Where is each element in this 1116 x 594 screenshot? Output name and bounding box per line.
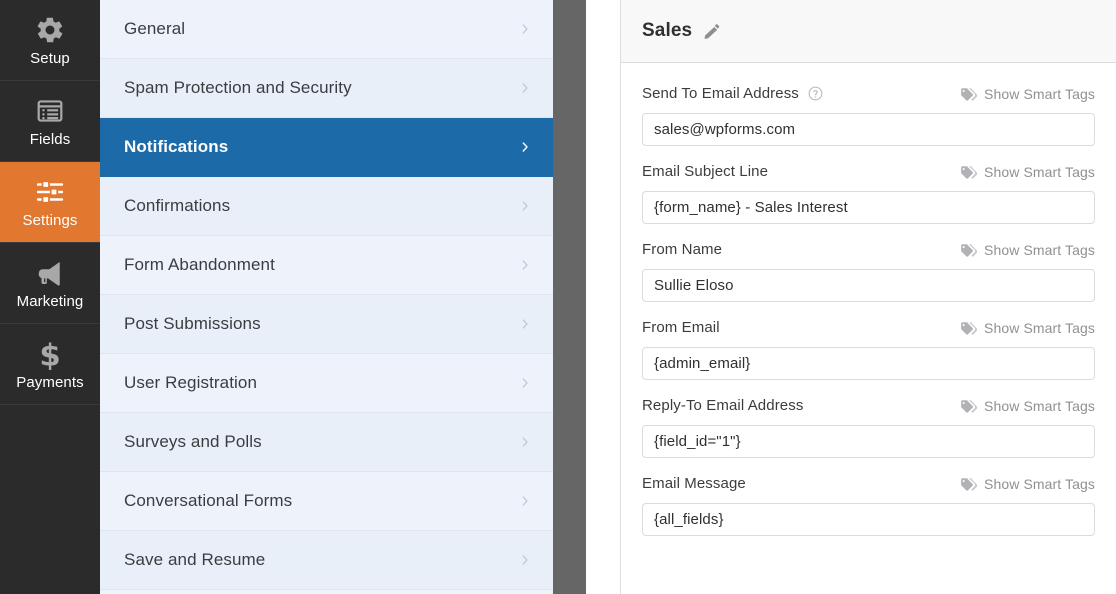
nav-item-label: Surveys and Polls xyxy=(124,432,519,452)
chevron-right-icon xyxy=(519,257,531,273)
field-from-email: From Email Show Smart Tags xyxy=(642,317,1095,380)
field-label: Email Subject Line xyxy=(642,163,768,180)
nav-item-label: Conversational Forms xyxy=(124,491,519,511)
show-smart-tags-label: Show Smart Tags xyxy=(984,164,1095,180)
sidebar-item-confirmations[interactable]: Confirmations xyxy=(100,177,553,236)
nav-item-label: User Registration xyxy=(124,373,519,393)
sliders-icon xyxy=(33,176,67,208)
megaphone-icon xyxy=(33,257,67,289)
show-smart-tags-toggle-send-to-email-address[interactable]: Show Smart Tags xyxy=(960,86,1095,102)
field-header: Reply-To Email Address Show Smart Tags xyxy=(642,395,1095,416)
chevron-right-icon xyxy=(519,552,531,568)
email-subject-line-input[interactable] xyxy=(642,191,1095,224)
show-smart-tags-label: Show Smart Tags xyxy=(984,320,1095,336)
field-header: From Name Show Smart Tags xyxy=(642,239,1095,260)
rail-item-fields[interactable]: Fields xyxy=(0,81,100,162)
notification-settings-panel: Sales Send To Email Address xyxy=(620,0,1116,594)
rail-item-label: Payments xyxy=(16,375,84,390)
pencil-icon[interactable] xyxy=(703,23,720,40)
reply-to-email-address-input[interactable] xyxy=(642,425,1095,458)
tags-icon xyxy=(960,87,977,101)
field-send-to-email-address: Send To Email Address xyxy=(642,83,1095,146)
nav-item-label: Notifications xyxy=(124,137,519,157)
tags-icon xyxy=(960,165,977,179)
page-title: Sales xyxy=(642,20,692,42)
rail-item-marketing[interactable]: Marketing xyxy=(0,243,100,324)
nav-item-label: General xyxy=(124,19,519,39)
from-name-input[interactable] xyxy=(642,269,1095,302)
nav-item-label: Confirmations xyxy=(124,196,519,216)
field-label: Send To Email Address xyxy=(642,85,799,102)
sidebar-rail-filler xyxy=(0,418,100,594)
field-header: From Email Show Smart Tags xyxy=(642,317,1095,338)
field-header: Email Subject Line Show Smart Tags xyxy=(642,161,1095,182)
tags-icon xyxy=(960,399,977,413)
help-circle-icon[interactable] xyxy=(808,86,823,101)
chevron-right-icon xyxy=(519,493,531,509)
field-label: From Email xyxy=(642,319,720,336)
chevron-right-icon xyxy=(519,434,531,450)
show-smart-tags-toggle-email-subject-line[interactable]: Show Smart Tags xyxy=(960,164,1095,180)
field-email-message: Email Message Show Smart Tags xyxy=(642,473,1095,536)
gear-icon xyxy=(33,14,67,46)
rail-item-payments[interactable]: $ Payments xyxy=(0,324,100,405)
sidebar-item-conversational-forms[interactable]: Conversational Forms xyxy=(100,472,553,531)
nav-item-label: Spam Protection and Security xyxy=(124,78,519,98)
field-label: Reply-To Email Address xyxy=(642,397,803,414)
nav-item-label: Save and Resume xyxy=(124,550,519,570)
tags-icon xyxy=(960,321,977,335)
dollar-sign-icon: $ xyxy=(33,338,67,370)
chevron-right-icon xyxy=(519,21,531,37)
send-to-email-address-input[interactable] xyxy=(642,113,1095,146)
notification-header: Sales xyxy=(621,0,1116,63)
field-label: Email Message xyxy=(642,475,746,492)
field-email-subject-line: Email Subject Line Show Smart Tags xyxy=(642,161,1095,224)
notification-fields: Send To Email Address xyxy=(621,63,1116,536)
rail-item-label: Fields xyxy=(30,132,71,147)
chevron-right-icon xyxy=(519,375,531,391)
sidebar-item-spam-protection-and-security[interactable]: Spam Protection and Security xyxy=(100,59,553,118)
settings-nav-list: General Spam Protection and Security Not… xyxy=(100,0,553,594)
panel-scrollbar[interactable] xyxy=(553,0,586,594)
show-smart-tags-toggle-from-name[interactable]: Show Smart Tags xyxy=(960,242,1095,258)
rail-item-settings[interactable]: Settings xyxy=(0,162,100,243)
tags-icon xyxy=(960,477,977,491)
field-from-name: From Name Show Smart Tags xyxy=(642,239,1095,302)
field-header: Email Message Show Smart Tags xyxy=(642,473,1095,494)
email-message-input[interactable] xyxy=(642,503,1095,536)
chevron-right-icon xyxy=(519,80,531,96)
show-smart-tags-label: Show Smart Tags xyxy=(984,476,1095,492)
sidebar-item-save-and-resume[interactable]: Save and Resume xyxy=(100,531,553,590)
chevron-right-icon xyxy=(519,198,531,214)
show-smart-tags-toggle-from-email[interactable]: Show Smart Tags xyxy=(960,320,1095,336)
rail-item-label: Marketing xyxy=(17,294,84,309)
sidebar-item-form-abandonment[interactable]: Form Abandonment xyxy=(100,236,553,295)
sidebar-item-notifications[interactable]: Notifications xyxy=(100,118,553,177)
sidebar-item-general[interactable]: General xyxy=(100,0,553,59)
tags-icon xyxy=(960,243,977,257)
builder-sidebar-rail: Setup Fields xyxy=(0,0,100,594)
show-smart-tags-toggle-email-message[interactable]: Show Smart Tags xyxy=(960,476,1095,492)
show-smart-tags-label: Show Smart Tags xyxy=(984,398,1095,414)
rail-item-setup[interactable]: Setup xyxy=(0,0,100,81)
field-header: Send To Email Address xyxy=(642,83,1095,104)
rail-item-label: Setup xyxy=(30,51,70,66)
sidebar-item-surveys-and-polls[interactable]: Surveys and Polls xyxy=(100,413,553,472)
field-label: From Name xyxy=(642,241,722,258)
rail-item-label: Settings xyxy=(23,213,78,228)
field-reply-to-email-address: Reply-To Email Address Show Smart Tags xyxy=(642,395,1095,458)
show-smart-tags-toggle-reply-to-email-address[interactable]: Show Smart Tags xyxy=(960,398,1095,414)
svg-text:$: $ xyxy=(39,338,60,370)
chevron-right-icon xyxy=(519,316,531,332)
nav-item-label: Post Submissions xyxy=(124,314,519,334)
sidebar-item-post-submissions[interactable]: Post Submissions xyxy=(100,295,553,354)
show-smart-tags-label: Show Smart Tags xyxy=(984,86,1095,102)
list-form-icon xyxy=(33,95,67,127)
sidebar-item-user-registration[interactable]: User Registration xyxy=(100,354,553,413)
from-email-input[interactable] xyxy=(642,347,1095,380)
nav-item-label: Form Abandonment xyxy=(124,255,519,275)
show-smart-tags-label: Show Smart Tags xyxy=(984,242,1095,258)
chevron-right-icon xyxy=(519,139,531,155)
form-builder-screen: Setup Fields xyxy=(0,0,1116,594)
